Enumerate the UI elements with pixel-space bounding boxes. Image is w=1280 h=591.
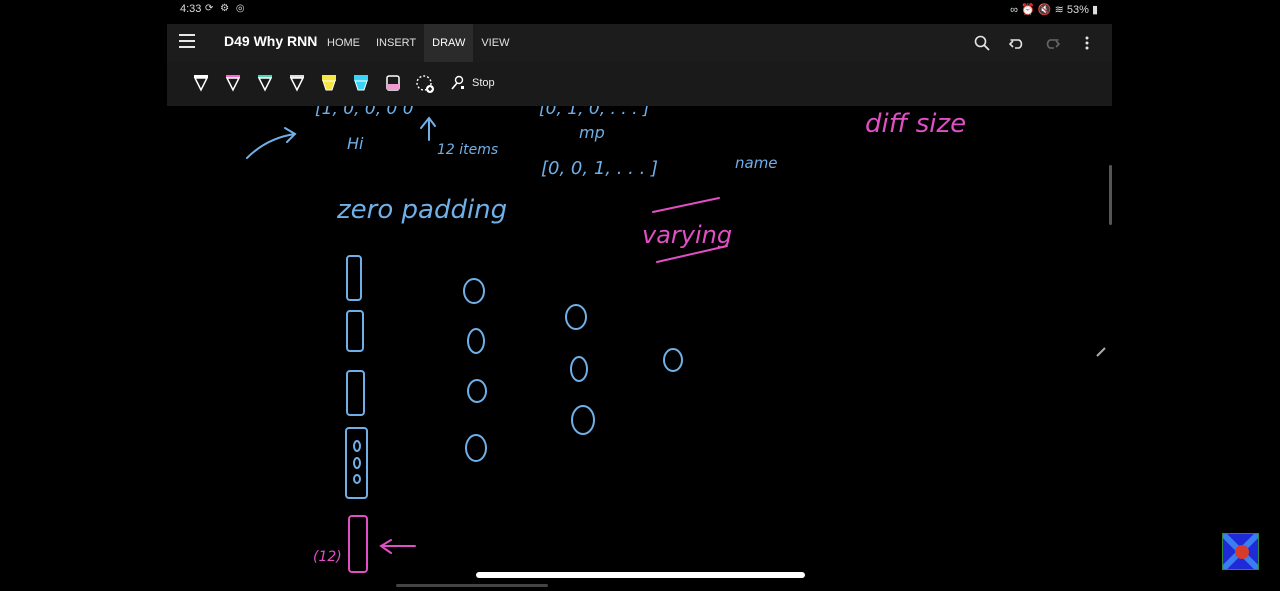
up-arrow-ink [420,116,436,141]
battery-icon: ▮ [1091,4,1098,16]
pen-white-icon[interactable] [185,74,217,94]
vector-box-pink [348,515,368,573]
stop-label: Stop [472,77,495,89]
link-icon: ∞ [1010,4,1018,16]
ink-vector: [0, 0, 1, . . . ] [541,158,658,179]
battery-level: 53% [1066,4,1089,16]
ink-varying: varying [642,221,732,249]
wifi-icon: ≋ [1054,4,1064,16]
highlighter-cyan-icon[interactable] [345,74,377,94]
word-token-1a [463,278,485,304]
stop-recording-button[interactable]: Stop [449,75,495,91]
ink-top-row-right: [0, 1, 0, . . . ] [539,106,650,119]
vertical-scrollbar[interactable] [1109,165,1112,225]
tab-draw[interactable]: DRAW [424,24,474,62]
ink-12-label: (12) [313,549,342,565]
word-token-1d [465,434,487,462]
draw-toolbar: Stop [167,62,1112,106]
ink-layer: [1, 0, 0, 0 0 [0, 1, 0, . . . ] Hi 12 it… [246,99,1106,573]
recorder-widget-icon[interactable] [1219,530,1262,573]
vector-box-4 [345,427,368,499]
varying-strike-top [652,197,720,213]
ink-diff-size: diff size [865,109,966,139]
status-notification-icons: ⟳ ⚙ ◎ [205,3,247,14]
ink-top-row-left: [1, 0, 0, 0 0 [315,106,414,119]
pen-light-icon[interactable] [281,74,313,94]
vector-box-3 [346,370,365,416]
app-header: D49 Why RNN HOME INSERT DRAW VIEW [167,24,1112,62]
vector-box-2 [346,310,364,352]
status-time: 4:33 [180,3,202,15]
ink-zero-padding: zero padding [336,195,507,225]
more-icon[interactable] [1069,24,1104,62]
pen-tray [185,74,441,94]
arrow-pink [379,539,416,554]
padded-vector-inner-3 [353,474,361,484]
alarm-icon: ⏰ [1021,4,1035,16]
stop-icon [451,75,464,90]
ink-hi: Hi [347,134,364,153]
page-title: D49 Why RNN [224,33,318,49]
word-token-3a [663,348,683,372]
ink-12-items: 12 items [437,142,498,158]
undo-icon[interactable] [999,24,1034,62]
word-token-2a [565,304,587,330]
search-icon[interactable] [964,24,999,62]
tab-home[interactable]: HOME [319,24,368,62]
header-actions [964,24,1104,62]
highlighter-pink-icon[interactable] [377,74,409,94]
highlighter-yellow-icon[interactable] [313,74,345,94]
pen-teal-icon[interactable] [249,74,281,94]
word-token-2c [571,405,595,435]
word-token-1b [467,328,485,354]
padded-vector-inner-1 [353,440,361,452]
pen-cursor-icon [1096,347,1106,357]
ink-mp: mp [579,123,605,142]
word-token-1c [467,379,487,403]
arrow-ink [246,127,297,159]
lasso-add-icon[interactable] [409,74,441,94]
sync-icon: ⟳ [205,3,216,14]
home-gesture-bar[interactable] [476,572,805,578]
pen-pink-icon[interactable] [217,74,249,94]
ink-name: name [735,154,778,172]
note-canvas[interactable]: [1, 0, 0, 0 0 [0, 1, 0, . . . ] Hi 12 it… [167,99,1112,581]
mute-icon: 🔇 [1037,4,1052,16]
page-indicator [396,584,548,587]
tab-view[interactable]: VIEW [473,24,517,62]
padded-vector-inner-2 [353,457,361,469]
onenote-app: 4:33 ⟳ ⚙ ◎ ∞ ⏰ 🔇 ≋ 53% ▮ D49 Why RNN HOM… [167,0,1112,581]
word-token-2b [570,356,588,382]
vector-box-1 [346,255,362,301]
menu-icon[interactable] [179,34,195,48]
status-bar: 4:33 ⟳ ⚙ ◎ ∞ ⏰ 🔇 ≋ 53% ▮ [167,0,1112,20]
tab-insert[interactable]: INSERT [368,24,424,62]
status-right: ∞ ⏰ 🔇 ≋ 53% ▮ [1010,3,1098,16]
settings-icon: ⚙ [220,3,232,14]
instagram-icon: ◎ [235,3,247,14]
redo-icon[interactable] [1034,24,1069,62]
ribbon-tabs: HOME INSERT DRAW VIEW [319,24,517,62]
